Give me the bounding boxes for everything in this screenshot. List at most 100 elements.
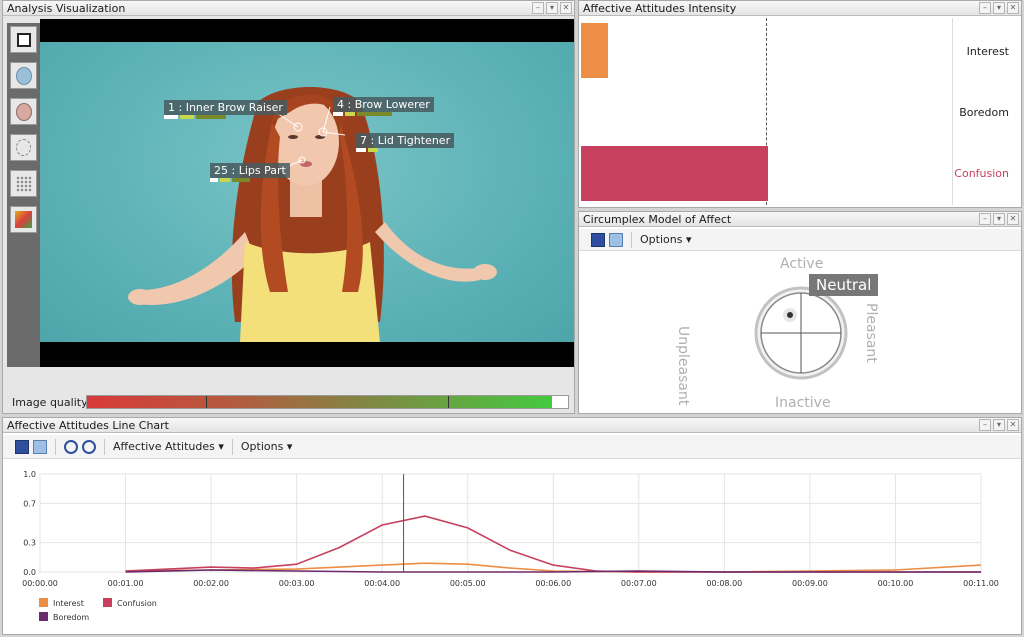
legend-label: Interest (53, 599, 84, 608)
legend-label: Boredom (53, 613, 89, 622)
heatmap-icon[interactable] (10, 206, 37, 233)
analysis-titlebar: Analysis Visualization – ▾ ✕ (3, 1, 574, 16)
copy-icon[interactable] (33, 439, 47, 454)
y-tick-label: 1.0 (23, 470, 36, 479)
au-bar (368, 148, 378, 152)
interest-bar (581, 23, 608, 78)
person-illustration (128, 87, 497, 342)
au-bar (164, 115, 178, 119)
action-unit-label: 7 : Lid Tightener (356, 133, 455, 148)
options-dropdown[interactable]: Options ▾ (241, 440, 292, 453)
y-tick-label: 0.7 (23, 499, 36, 508)
x-tick-label: 00:10.00 (878, 579, 914, 588)
affective-attitudes-dropdown[interactable]: Affective Attitudes ▾ (113, 440, 224, 453)
plot-area (39, 473, 982, 573)
inactive-label: Inactive (775, 395, 831, 411)
line-chart-panel: Affective Attitudes Line Chart – ▾ ✕ Aff… (2, 417, 1022, 635)
toolbar-separator (104, 438, 105, 455)
action-unit-label: 25 : Lips Part (210, 163, 290, 178)
x-tick-label: 00:02.00 (193, 579, 229, 588)
interest-label: Interest (966, 45, 1009, 58)
plot-edge (952, 18, 953, 205)
close-button[interactable]: ✕ (1007, 2, 1019, 14)
analysis-visualization-panel: Analysis Visualization – ▾ ✕ 1: Inner B… (2, 0, 575, 414)
dropdown-button[interactable]: ▾ (993, 213, 1005, 225)
line-chart-toolbar: Affective Attitudes ▾ Options ▾ (3, 435, 1021, 459)
legend-label: Confusion (117, 599, 157, 608)
au-bar (232, 178, 250, 182)
x-tick-label: 00:00.00 (22, 579, 58, 588)
face-outline-icon[interactable] (10, 134, 37, 161)
minimize-button[interactable]: – (979, 419, 991, 431)
close-button[interactable]: ✕ (560, 2, 572, 14)
x-tick-label: 00:09.00 (792, 579, 828, 588)
minimize-button[interactable]: – (532, 2, 544, 14)
video-frame[interactable]: 1 : Inner Brow Raiser 4 : Brow Lowerer 7… (40, 19, 574, 367)
landmarks-icon[interactable] (10, 170, 37, 197)
y-tick-label: 0.0 (23, 568, 36, 577)
dropdown-button[interactable]: ▾ (546, 2, 558, 14)
dropdown-button[interactable]: ▾ (993, 2, 1005, 14)
face-mesh-icon[interactable] (10, 62, 37, 89)
x-tick-label: 00:08.00 (706, 579, 742, 588)
au-bar (345, 112, 355, 116)
au-bar (333, 112, 343, 116)
au-bar (210, 178, 218, 182)
minimize-button[interactable]: – (979, 213, 991, 225)
unpleasant-label: Unpleasant (675, 326, 691, 406)
face-icon[interactable] (10, 98, 37, 125)
action-unit-label: 1 : Inner Brow Raiser (164, 100, 287, 115)
save-icon[interactable] (591, 232, 605, 247)
square-tool-icon[interactable] (10, 26, 37, 53)
au-bar (220, 178, 230, 182)
options-dropdown[interactable]: Options ▾ (640, 233, 691, 246)
toolbar-separator (231, 438, 233, 455)
quality-marker (206, 396, 207, 408)
legend-swatch (39, 612, 48, 621)
video-scene: 1 : Inner Brow Raiser 4 : Brow Lowerer 7… (40, 42, 574, 342)
zoom-in-icon[interactable] (64, 439, 78, 454)
line-chart-plot[interactable]: 00:00.00 00:01.00 00:02.00 00:03.00 00:04.00… (3, 462, 1021, 634)
panel-title: Affective Attitudes Intensity (583, 2, 737, 15)
copy-icon[interactable] (609, 232, 623, 247)
circumplex-toolbar: Options ▾ (579, 229, 1021, 251)
state-tooltip: Neutral (809, 274, 879, 296)
close-button[interactable]: ✕ (1007, 213, 1019, 225)
legend-swatch (39, 598, 48, 607)
action-unit-label: 4 : Brow Lowerer (333, 97, 434, 112)
quality-marker (448, 396, 449, 408)
confusion-bar (581, 146, 768, 201)
close-button[interactable]: ✕ (1007, 419, 1019, 431)
circumplex-circle (754, 286, 848, 380)
minimize-button[interactable]: – (979, 2, 991, 14)
dropdown-button[interactable]: ▾ (993, 419, 1005, 431)
image-quality-bar (86, 395, 569, 409)
au-bar (196, 115, 226, 119)
x-tick-label: 00:05.00 (450, 579, 486, 588)
boredom-label: Boredom (959, 106, 1009, 119)
au-bar (357, 112, 392, 116)
confusion-label: Confusion (954, 167, 1009, 180)
circumplex-titlebar: Circumplex Model of Affect – ▾ ✕ (579, 212, 1021, 227)
zoom-out-icon[interactable] (82, 439, 96, 454)
x-tick-label: 00:07.00 (621, 579, 657, 588)
image-quality-label: Image quality (12, 396, 88, 409)
panel-title: Circumplex Model of Affect (583, 213, 732, 226)
intensity-panel: Affective Attitudes Intensity – ▾ ✕ Inte… (578, 0, 1022, 208)
legend-swatch (103, 598, 112, 607)
quality-remaining (552, 396, 568, 408)
line-chart-titlebar: Affective Attitudes Line Chart – ▾ ✕ (3, 418, 1021, 433)
y-tick-label: 0.3 (23, 539, 36, 548)
x-tick-label: 00:04.00 (364, 579, 400, 588)
pleasant-label: Pleasant (863, 303, 879, 363)
toolbar-separator (55, 438, 56, 455)
intensity-titlebar: Affective Attitudes Intensity – ▾ ✕ (579, 1, 1021, 16)
x-tick-label: 00:01.00 (108, 579, 144, 588)
panel-title: Analysis Visualization (7, 2, 126, 15)
au-bar (180, 115, 194, 119)
save-icon[interactable] (15, 439, 29, 454)
x-tick-label: 00:06.00 (535, 579, 571, 588)
x-tick-label: 00:03.00 (279, 579, 315, 588)
au-bar (356, 148, 366, 152)
panel-title: Affective Attitudes Line Chart (7, 419, 169, 432)
